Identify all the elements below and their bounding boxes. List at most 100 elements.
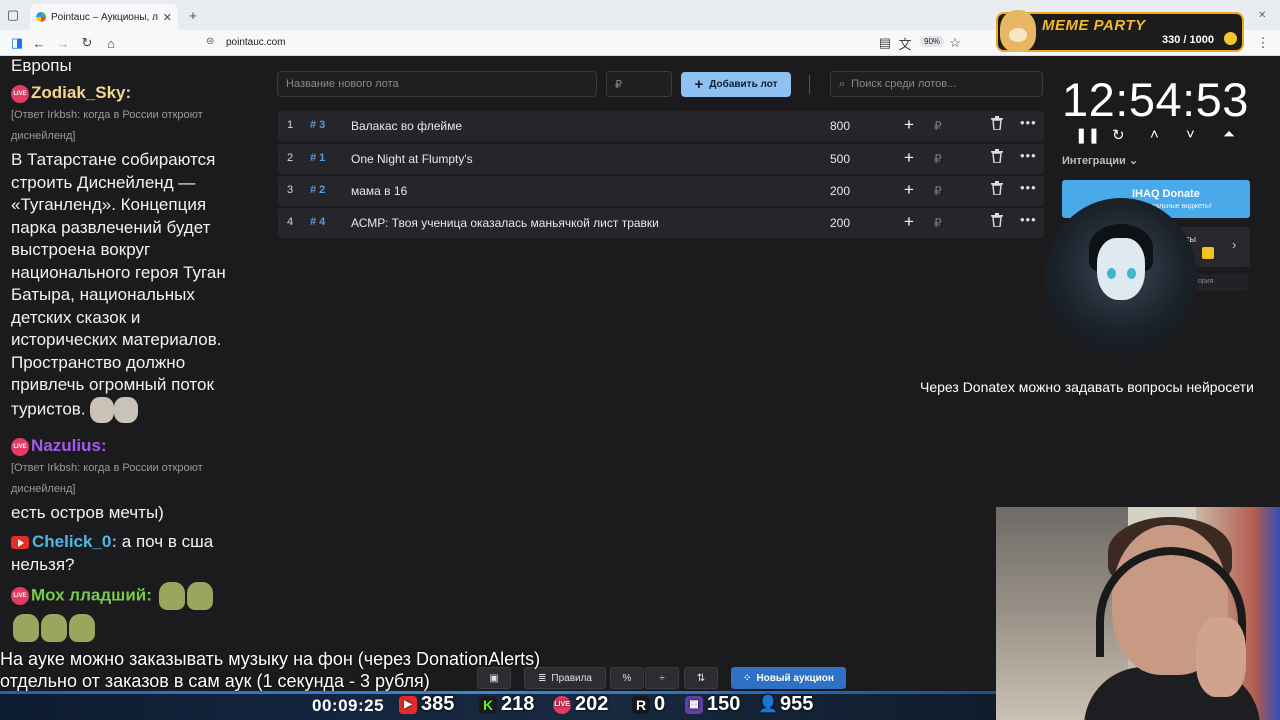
webcam-feed [996, 507, 1280, 720]
youtube-icon: ▶ [399, 695, 417, 714]
history-button[interactable]: ория [1192, 274, 1248, 291]
kick-icon: K [479, 695, 497, 714]
plus-icon: + [694, 76, 704, 93]
currency-icon[interactable]: ₽ [934, 152, 942, 166]
currency-icon[interactable]: ₽ [934, 216, 942, 230]
youtube-count: 385 [421, 693, 455, 715]
new-lot-input[interactable]: Название нового лота [277, 71, 597, 97]
more-options-icon[interactable]: ••• [1020, 180, 1037, 195]
more-options-icon[interactable]: ••• [1020, 148, 1037, 163]
site-favicon-icon [36, 12, 46, 22]
add-lot-label: Добавить лот [709, 79, 778, 90]
close-tab-icon[interactable]: ✕ [163, 11, 172, 24]
lot-name[interactable]: Валакас во флейме [351, 119, 462, 133]
more-options-icon[interactable]: ••• [1020, 212, 1037, 227]
site-info-icon[interactable]: ⊜ [206, 36, 214, 47]
increase-time-icon[interactable]: ˄ [1150, 126, 1159, 143]
restart-icon[interactable]: ↻ [1112, 126, 1125, 144]
translate-icon[interactable]: 文 [896, 34, 914, 52]
favorite-star-icon[interactable]: ☆ [946, 34, 964, 52]
lot-amount: 800 [830, 119, 851, 133]
reload-icon[interactable]: ↻ [78, 34, 96, 52]
lot-row[interactable]: 2 # 1 One Night at Flumpty's 500 + ₽ ••• [278, 144, 1044, 174]
url-field[interactable]: pointauc.com [226, 37, 285, 48]
lot-name[interactable]: мама в 16 [351, 184, 407, 198]
add-amount-icon[interactable]: + [904, 115, 914, 135]
lot-amount: 200 [830, 216, 851, 230]
emote-icon [114, 396, 139, 423]
sidebar-icon[interactable]: ◨ [8, 34, 26, 52]
delete-icon[interactable] [991, 213, 1003, 228]
tab-title: Pointauc – Аукционы, лотереи [51, 11, 158, 23]
ticker-line-2: отдельно от заказов в сам аук (1 секунда… [0, 671, 430, 691]
doge-icon [1000, 10, 1036, 52]
double-up-icon[interactable]: ⏶ [1223, 126, 1235, 143]
lot-number: 1 [287, 119, 294, 131]
frog-emote-icon [69, 614, 95, 642]
reader-view-icon[interactable]: ▤ [876, 34, 894, 52]
delete-icon[interactable] [991, 181, 1003, 196]
lot-amount: 500 [830, 152, 851, 166]
currency-icon[interactable]: ₽ [934, 119, 942, 133]
decrease-time-icon[interactable]: ˅ [1186, 126, 1195, 143]
search-placeholder: Поиск среди лотов... [851, 78, 957, 90]
pause-icon[interactable]: ❚❚ [1075, 126, 1100, 144]
rutube-count: 0 [654, 693, 666, 715]
lot-name[interactable]: АСМР: Твоя ученица оказалась маньячкой л… [351, 216, 659, 230]
add-amount-icon[interactable]: + [904, 212, 914, 232]
back-icon[interactable]: ← [30, 34, 48, 52]
emote-icon [90, 396, 115, 423]
delete-icon[interactable] [991, 149, 1003, 164]
chat-username-chelick: Chelick_0: [32, 532, 118, 551]
lot-amount-input[interactable]: ₽ [606, 71, 672, 97]
lot-row[interactable]: 4 # 4 АСМР: Твоя ученица оказалась маньячк… [278, 208, 1044, 238]
chevron-right-icon: › [1232, 237, 1237, 252]
close-window-icon[interactable]: ✕ [1258, 10, 1266, 21]
delete-icon[interactable] [991, 116, 1003, 131]
lot-row[interactable]: 3 # 2 мама в 16 200 + ₽ ••• [278, 176, 1044, 206]
search-icon: ⌕ [839, 77, 846, 90]
live-badge-icon: LIVE [11, 587, 29, 605]
twitch-icon: ▦ [685, 695, 703, 714]
live-badge-icon: LIVE [11, 437, 29, 456]
info-ticker: На ауке можно заказывать музыку на фон (… [0, 648, 990, 692]
home-icon[interactable]: ⌂ [102, 34, 120, 52]
integrations-dropdown[interactable]: Интеграции ⌄ [1062, 154, 1138, 167]
new-tab-icon[interactable]: + [184, 6, 202, 24]
divider [809, 75, 810, 94]
chat-reply: [Ответ Irkbsh: когда в России откроют ди… [11, 462, 203, 495]
tab-actions-icon[interactable]: ▢ [4, 6, 22, 24]
coin-icon [1224, 32, 1237, 45]
chat-message: Chelick_0: а поч в сша нельзя? [11, 531, 241, 576]
add-lot-button[interactable]: + Добавить лот [681, 72, 791, 97]
rutube-viewers: R0 [632, 693, 665, 716]
add-amount-icon[interactable]: + [904, 148, 914, 168]
lot-row[interactable]: 1 # 3 Валакас во флейме 800 + ₽ ••• [278, 111, 1044, 141]
integrations-label: Интеграции [1062, 155, 1126, 167]
more-options-icon[interactable]: ••• [1020, 115, 1037, 130]
vk-live-icon: LIVE [553, 695, 571, 714]
person-icon: 👤 [758, 695, 778, 713]
zoom-indicator[interactable]: 90% [920, 36, 945, 47]
chat-reply: [Ответ Irkbsh: когда в России откроют ди… [11, 109, 203, 142]
lot-amount: 200 [830, 184, 851, 198]
total-count: 955 [780, 693, 814, 715]
lot-id: # 1 [310, 152, 326, 164]
ihaq-title: IHAQ Donate [1132, 188, 1200, 200]
lot-number: 2 [287, 152, 294, 164]
lot-number: 4 [287, 216, 294, 228]
search-input[interactable]: ⌕ Поиск среди лотов... [830, 71, 1043, 97]
chat-message: В Татарстане собираются строить Диснейле… [11, 149, 251, 423]
lot-id: # 3 [310, 119, 326, 131]
forward-icon[interactable]: → [54, 34, 72, 52]
frog-emote-icon [41, 614, 67, 642]
lot-name[interactable]: One Night at Flumpty's [351, 152, 473, 166]
browser-tab[interactable]: Pointauc – Аукционы, лотереи ✕ [30, 4, 178, 30]
kick-viewers: K 218 [479, 693, 534, 716]
vtuber-avatar [1045, 198, 1197, 354]
browser-menu-icon[interactable]: ⋮ [1254, 34, 1272, 52]
vk-count: 202 [575, 693, 609, 715]
service-logo-icon [1202, 247, 1214, 259]
currency-icon[interactable]: ₽ [934, 184, 942, 198]
add-amount-icon[interactable]: + [904, 180, 914, 200]
